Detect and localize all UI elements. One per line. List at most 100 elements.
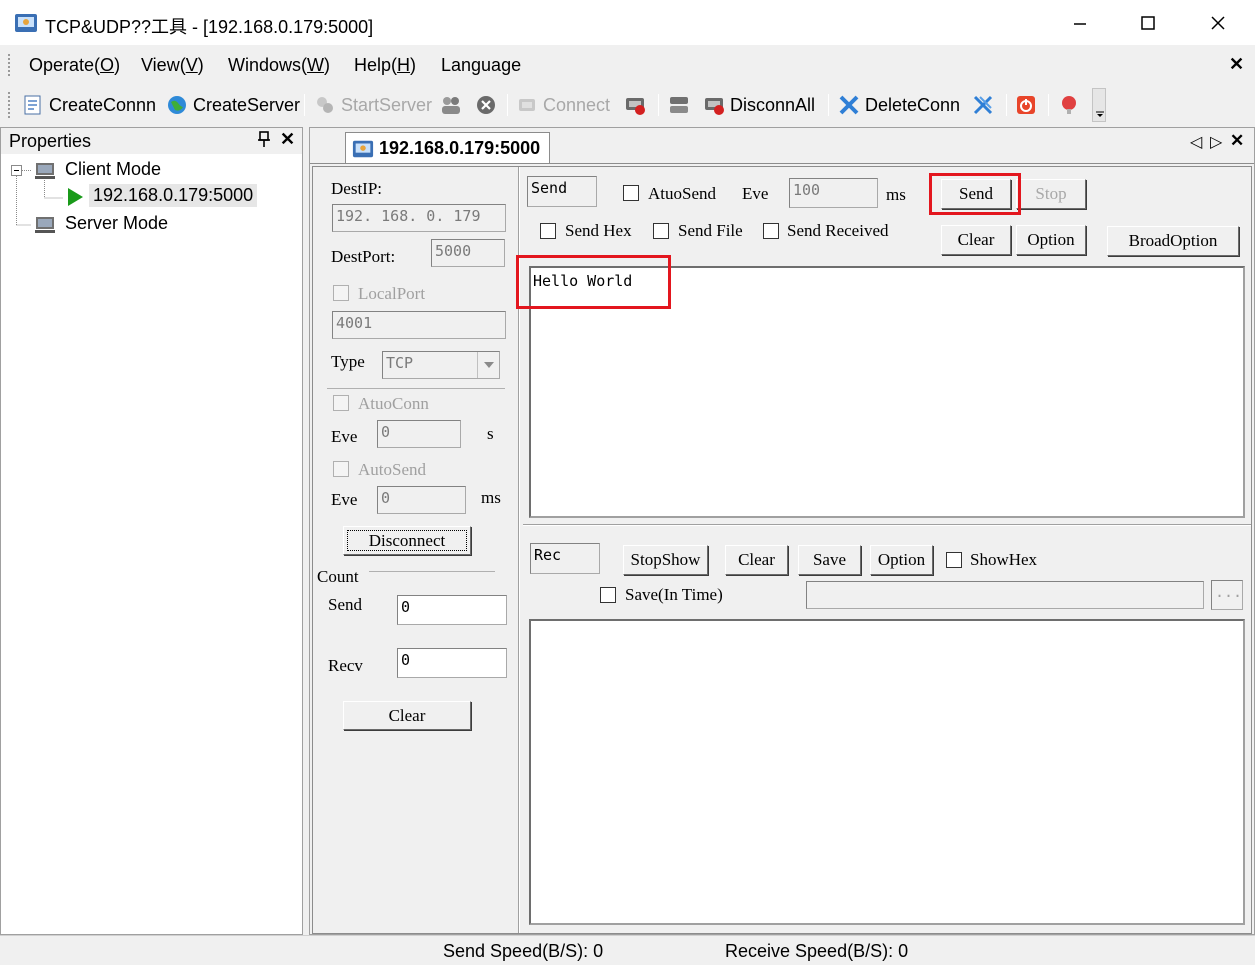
tab-label: 192.168.0.179:5000 [379,138,541,158]
send-count-label: Send [328,595,362,614]
stop-show-button[interactable]: StopShow [623,545,708,575]
horizontal-splitter[interactable] [523,524,1251,526]
save-in-time-label: Save(In Time) [625,585,723,604]
send-button[interactable]: Send [941,179,1011,209]
menu-windows[interactable]: Windows(W) [228,55,330,76]
type-select[interactable]: TCP [382,351,500,379]
delete-all-button[interactable] [972,90,999,120]
tree-client-mode[interactable]: Client Mode [65,159,161,180]
menu-help[interactable]: Help(H) [354,55,416,76]
stop-button[interactable]: Stop [1016,179,1086,209]
power-button[interactable] [1015,90,1042,120]
auto-conn-interval-field[interactable]: 0 [377,420,461,448]
send-interval-field[interactable]: 100 [789,178,878,208]
recv-option-button[interactable]: Option [870,545,933,575]
send-textarea[interactable]: Hello World [529,266,1245,518]
local-port-field[interactable]: 4001 [332,311,506,339]
menu-view-end: ) [197,55,204,75]
send-text-content: Hello World [533,272,633,290]
title-bar: TCP&UDP??工具 - [192.168.0.179:5000] [0,0,1255,46]
send-clear-button[interactable]: Clear [941,225,1011,255]
send-mode-box: Send [527,176,597,207]
send-hex-checkbox[interactable] [540,223,556,239]
connect-button[interactable]: Connect [516,90,610,120]
type-dropdown-button[interactable] [477,352,499,378]
tab-connection[interactable]: 192.168.0.179:5000 [345,132,550,164]
connections-button[interactable] [668,90,695,120]
toolbar-grip[interactable] [8,92,12,118]
tab-strip-line [310,163,1254,164]
show-hex-checkbox[interactable] [946,552,962,568]
minimize-button[interactable] [1045,0,1115,46]
status-bar: Send Speed(B/S): 0 Receive Speed(B/S): 0 [0,935,1255,965]
delete-conn-label: DeleteConn [865,94,961,115]
chevron-down-icon [483,362,494,368]
count-label: Count [317,567,359,586]
send-option-button[interactable]: Option [1016,225,1086,255]
delete-icon [839,95,859,115]
start-server-button[interactable]: StartServer [314,90,432,120]
server-users-icon [442,97,460,114]
stop-server-button[interactable] [440,90,467,120]
create-server-button[interactable]: CreateServer [166,90,300,120]
toolbar-overflow-button[interactable] [1092,88,1106,122]
dest-ip-field[interactable]: 192. 168. 0. 179 [332,204,506,232]
recv-textarea[interactable] [529,619,1245,925]
separator-line [327,388,505,389]
tab-close-icon[interactable]: ✕ [1230,131,1244,151]
client-pane: DestIP: 192. 168. 0. 179 DestPort: 5000 … [312,166,1252,934]
tree-connection-item[interactable]: 192.168.0.179:5000 [89,184,258,207]
auto-conn-checkbox[interactable] [333,395,349,411]
properties-panel: Properties ✕ Client Mode 192.168.0.179:5… [0,127,303,935]
delete-conn-button[interactable]: DeleteConn [838,90,960,120]
auto-send-timer-label: AtuoSend [648,184,716,203]
browse-button[interactable]: ... [1211,580,1243,610]
cancel-button[interactable] [475,90,502,120]
menu-bar: Operate(O) View(V) Windows(W) Help(H) La… [0,46,1255,86]
disconnect-button[interactable]: Disconnect [343,526,471,555]
clear-count-button[interactable]: Clear [343,701,471,730]
broad-option-button[interactable]: BroadOption [1107,226,1239,256]
computer-icon [35,163,55,179]
cancel-circle-icon [477,96,495,114]
tab-scroll-left-icon[interactable]: ◁ [1190,132,1202,152]
send-received-checkbox[interactable] [763,223,779,239]
save-path-field[interactable] [806,581,1204,609]
local-port-checkbox[interactable] [333,285,349,301]
pane-splitter[interactable] [518,167,520,933]
toolbar-separator [1048,94,1049,116]
network-icon [670,97,688,113]
auto-send-interval-field[interactable]: 0 [377,486,466,514]
send-speed-status: Send Speed(B/S): 0 [443,941,604,961]
menu-help-accel: H [397,55,411,75]
menu-close-icon[interactable]: ✕ [1229,54,1244,75]
window-title: TCP&UDP??工具 - [192.168.0.179:5000] [45,17,374,37]
disconnect-button-toolbar[interactable] [624,90,651,120]
send-file-checkbox[interactable] [653,223,669,239]
menu-windows-label: Windows( [228,55,308,75]
dest-port-field[interactable]: 5000 [431,239,505,267]
menu-grip[interactable] [8,54,12,76]
auto-send-timer-checkbox[interactable] [623,185,639,201]
toolbar-separator [304,94,305,116]
start-server-label: StartServer [341,94,433,115]
recv-save-button[interactable]: Save [798,545,861,575]
close-window-button[interactable] [1183,0,1253,46]
menu-operate[interactable]: Operate(O) [29,55,120,76]
recv-clear-button[interactable]: Clear [725,545,788,575]
maximize-button[interactable] [1113,0,1183,46]
send-count-field[interactable]: 0 [397,595,507,625]
recv-count-field[interactable]: 0 [397,648,507,678]
help-button[interactable] [1058,90,1085,120]
tab-scroll-right-icon[interactable]: ▷ [1210,132,1222,152]
save-in-time-checkbox[interactable] [600,587,616,603]
app-icon [15,14,37,32]
auto-send-checkbox[interactable] [333,461,349,477]
menu-windows-end: ) [324,55,331,75]
disconn-all-button[interactable]: DisconnAll [703,90,815,120]
menu-language[interactable]: Language [441,55,521,76]
toolbar-separator [507,94,508,116]
tree-server-mode[interactable]: Server Mode [65,213,168,234]
menu-view[interactable]: View(V) [141,55,204,76]
create-conn-button[interactable]: CreateConnn [22,90,156,120]
